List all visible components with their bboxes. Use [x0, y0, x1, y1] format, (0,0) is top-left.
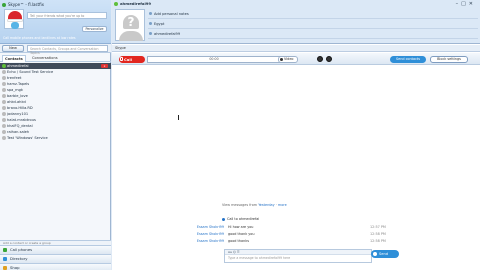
contact-list: ahmedirefai x Echo / Sound Test Service tre… [0, 63, 111, 141]
promo-text[interactable]: Call mobile phones and landlines at low … [3, 36, 108, 40]
contact-name: bravo.Hilla.RD [7, 106, 33, 110]
call-phones-button[interactable]: Call phones [0, 245, 111, 254]
message-text: good thank you [228, 232, 255, 236]
compose-box[interactable]: Aa ☺ ☰ Type a message to ahmedirefai99 h… [224, 249, 372, 263]
tab-contacts[interactable]: Contacts [2, 55, 26, 62]
call-toolbar: Call 00:00 Video Send contacts Block set… [112, 53, 480, 65]
message-list: Essam Shokri99 Hi how are you 12:57 PM E… [112, 224, 480, 245]
left-panel: Skype™ - fl.lastfix Tell your friends wh… [0, 0, 111, 270]
personal-notes-row[interactable]: Add personal notes [148, 9, 478, 19]
chat-area: View messages from Yesterday · more Call… [112, 66, 480, 270]
contact-name: spa_mgk [7, 88, 24, 92]
contact-name: trenfeet [7, 76, 22, 80]
user-avatar[interactable] [4, 9, 24, 29]
presence-icon [2, 82, 6, 86]
location-row: Egypt [148, 19, 478, 29]
contact-name: raihan.saleh [7, 130, 30, 134]
phone-icon [3, 248, 7, 252]
call-button[interactable]: Call [119, 56, 145, 63]
camera-icon [280, 58, 283, 61]
contact-name: ahmedirefai [7, 64, 29, 68]
presence-icon [2, 130, 6, 134]
presence-icon [2, 94, 6, 98]
left-toolbar: New Search Contacts, Groups and Conversa… [0, 44, 111, 55]
profile-area: Skype™ - fl.lastfix Tell your friends wh… [0, 0, 111, 44]
presence-icon [2, 76, 6, 80]
more-link[interactable]: more [278, 203, 287, 207]
contact-name: khalFQ_dental [7, 124, 33, 128]
view-messages-line: View messages from Yesterday · more [222, 203, 287, 207]
contact-info-list: Add personal notes Egypt ahmedirefai99 [148, 9, 478, 39]
online-status-icon [2, 3, 6, 7]
window-controls: –□✕ [456, 1, 476, 7]
message-sender[interactable]: Essam Shokri99 [162, 231, 224, 238]
contact-name: ahkd.ahkd [7, 100, 26, 104]
message-time: 12:57 PM [370, 225, 386, 229]
contact-item[interactable]: Test 'Windows' Service [0, 135, 111, 141]
message-row: Essam Shokri99 good thank you 12:58 PM [112, 231, 480, 238]
presence-icon [2, 100, 6, 104]
message-text: good thanks [228, 239, 249, 243]
video-button[interactable]: Video [278, 56, 298, 63]
contact-picture[interactable]: ? [115, 9, 145, 41]
close-icon[interactable]: ✕ [469, 1, 476, 7]
window-title: Skype™ - fl.lastfix [2, 2, 109, 8]
message-time: 12:58 PM [370, 239, 386, 243]
directory-button[interactable]: Directory [0, 254, 111, 263]
presence-icon [2, 106, 6, 110]
unknown-avatar-icon: ? [123, 15, 139, 29]
contact-name: jodanny101 [7, 112, 29, 116]
maximize-icon[interactable]: □ [461, 1, 469, 7]
presence-icon [2, 70, 6, 74]
contact-name: barbie_love [7, 94, 28, 98]
directory-icon [3, 257, 7, 261]
skype-name-row: ahmedirefai99 [148, 29, 478, 39]
message-row: Essam Shokri99 Hi how are you 12:57 PM [112, 224, 480, 231]
presence-icon [2, 136, 6, 140]
send-icon [373, 252, 377, 256]
call-number-field[interactable]: 00:00 [147, 56, 281, 63]
tab-conversations[interactable]: Conversations [30, 55, 60, 62]
close-icon[interactable]: x [101, 64, 108, 68]
contact-tabs: Contacts Conversations [0, 54, 111, 62]
search-input[interactable]: Search Contacts, Groups and Conversation… [27, 45, 108, 55]
block-settings-button[interactable]: Block settings [430, 56, 468, 63]
contact-title: ahmedirefai99 [114, 1, 478, 7]
phone-icon [120, 57, 123, 61]
contact-name: hamz.Tapels [7, 82, 30, 86]
presence-icon [2, 118, 6, 122]
text-cursor [178, 115, 180, 120]
yesterday-link[interactable]: Yesterday [258, 203, 274, 207]
conversation-tab[interactable]: Skype [112, 45, 480, 52]
mood-message-input[interactable]: Tell your friends what you're up to [27, 12, 107, 19]
send-contacts-button[interactable]: Send contacts [390, 56, 426, 63]
presence-icon [2, 124, 6, 128]
contact-name: Echo / Sound Test Service [7, 70, 54, 74]
presence-icon [2, 112, 6, 116]
message-text: Hi how are you [228, 225, 254, 229]
new-button[interactable]: New [2, 45, 24, 52]
shop-button[interactable]: Shop [0, 263, 111, 270]
call-event-icon [222, 217, 225, 221]
shop-icon [3, 266, 7, 270]
message-input[interactable]: Type a message to ahmedirefai99 here [225, 255, 371, 261]
contact-header: ahmedirefai99 –□✕ ? Add personal notes E… [112, 0, 480, 44]
status-icon [114, 2, 118, 6]
send-message-button[interactable]: Send message [371, 250, 399, 264]
contact-name: halat.mrabtrous [7, 118, 36, 122]
share-icon[interactable] [326, 56, 332, 62]
message-sender[interactable]: Essam Shokri99 [162, 224, 224, 231]
message-time: 12:58 PM [370, 232, 386, 236]
personalize-button[interactable]: Personalize [82, 26, 107, 32]
message-row: Essam Shokri99 good thanks 12:58 PM [112, 238, 480, 245]
call-event: Call to ahmedirefai [222, 217, 259, 221]
message-sender[interactable]: Essam Shokri99 [162, 238, 224, 245]
contact-name: Test 'Windows' Service [7, 136, 48, 140]
presence-icon [2, 88, 6, 92]
presence-icon [2, 64, 6, 68]
bottom-nav: Add a contact or create a group Call pho… [0, 240, 111, 270]
conversation-panel: ahmedirefai99 –□✕ ? Add personal notes E… [112, 0, 480, 270]
add-people-icon[interactable] [317, 56, 323, 62]
